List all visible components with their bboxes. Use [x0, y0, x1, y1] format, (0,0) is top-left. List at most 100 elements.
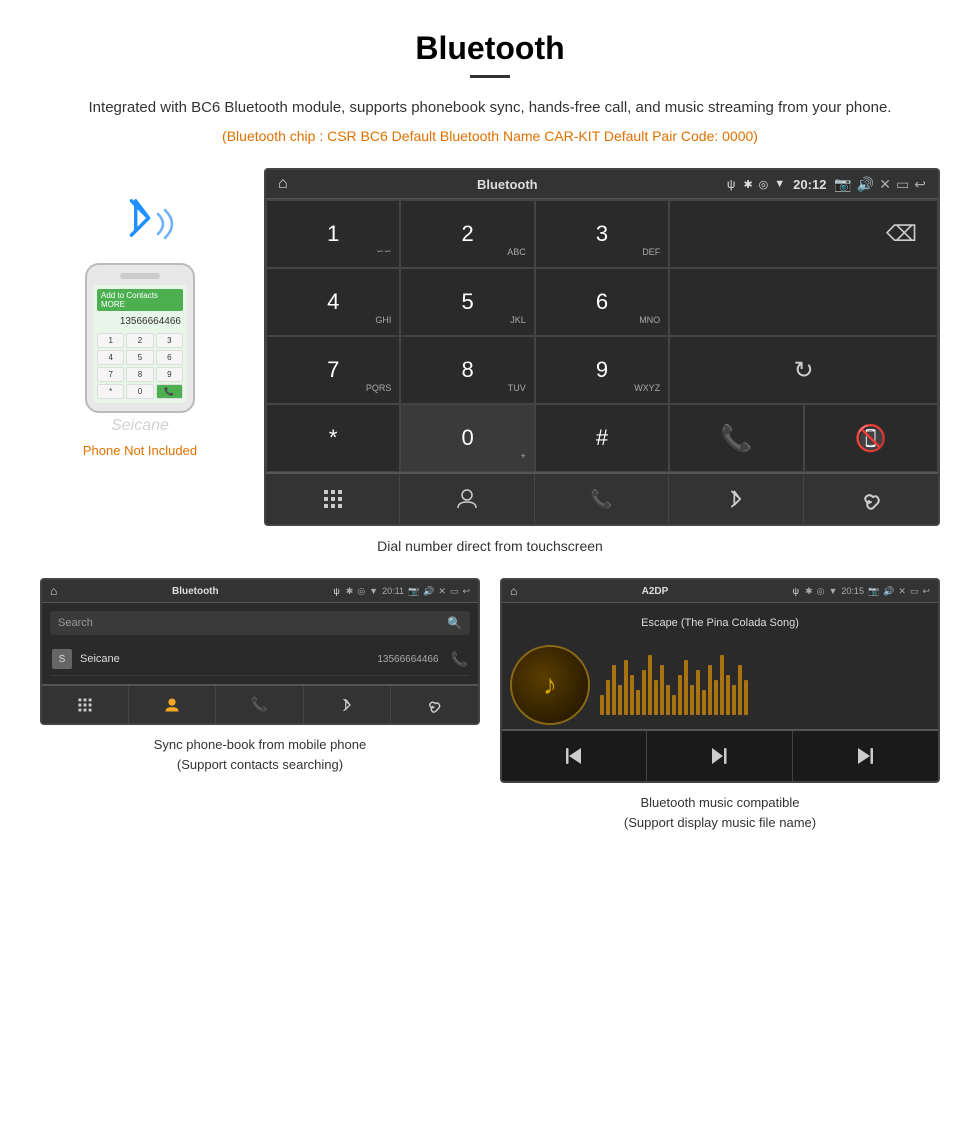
- waveform-bar: [726, 675, 730, 715]
- contact-row[interactable]: S Seicane 13566664466 📞: [50, 643, 470, 676]
- back-icon[interactable]: ↩: [914, 176, 926, 193]
- pb-link-icon: [426, 697, 442, 713]
- car-nav-bar: 📞: [266, 472, 938, 524]
- pb-nav-link[interactable]: [391, 686, 478, 723]
- prev-track-button[interactable]: [502, 731, 647, 781]
- dialpad-icon: [322, 488, 344, 510]
- prev-track-icon: [563, 745, 585, 767]
- waveform-bar: [678, 675, 682, 715]
- nav-link[interactable]: [804, 474, 938, 524]
- window-icon: ▭: [896, 176, 909, 193]
- pb-contacts-icon: [164, 697, 180, 713]
- call-icon: 📞: [720, 423, 752, 454]
- home-icon[interactable]: ⌂: [278, 175, 288, 193]
- pb-statusbar: ⌂ Bluetooth ψ ✱ ◎ ▼ 20:11 📷 🔊 ✕ ▭ ↩: [42, 580, 478, 603]
- phone-key-1[interactable]: 1: [97, 333, 124, 348]
- dial-key-7[interactable]: 7 PQRS: [266, 336, 400, 404]
- phone-key-2[interactable]: 2: [126, 333, 153, 348]
- dial-key-2[interactable]: 2 ABC: [400, 200, 534, 268]
- music-screen-title: A2DP: [523, 586, 786, 597]
- next-track-button[interactable]: [793, 731, 938, 781]
- dial-hangup-button[interactable]: 📵: [804, 404, 938, 472]
- phonebook-screen: ⌂ Bluetooth ψ ✱ ◎ ▼ 20:11 📷 🔊 ✕ ▭ ↩: [40, 578, 480, 725]
- pb-bt-icon: ✱: [346, 586, 354, 597]
- waveform-bar: [702, 690, 706, 715]
- phone-screen-header: Add to Contacts MORE: [97, 289, 183, 311]
- pb-nav-call[interactable]: 📞: [216, 686, 303, 723]
- hangup-icon: 📵: [855, 423, 887, 454]
- nav-contacts[interactable]: [400, 474, 534, 524]
- waveform-bar: [618, 685, 622, 715]
- phone-key-0[interactable]: 0: [126, 384, 153, 399]
- dial-key-hash[interactable]: #: [535, 404, 669, 472]
- waveform-bar: [630, 675, 634, 715]
- dial-key-9[interactable]: 9 WXYZ: [535, 336, 669, 404]
- pb-home-icon[interactable]: ⌂: [50, 584, 57, 598]
- waveform-bar: [744, 680, 748, 715]
- call-nav-icon: 📞: [590, 489, 612, 510]
- dial-key-1[interactable]: 1 ∽∽: [266, 200, 400, 268]
- music-x-icon[interactable]: ✕: [898, 586, 906, 597]
- music-vol-icon: 🔊: [883, 586, 894, 597]
- dial-refresh[interactable]: ↻: [669, 336, 938, 404]
- bottom-panels: ⌂ Bluetooth ψ ✱ ◎ ▼ 20:11 📷 🔊 ✕ ▭ ↩: [40, 578, 940, 832]
- phone-screen: Add to Contacts MORE 13566664466 1 2 3 4…: [93, 285, 187, 403]
- phone-key-8[interactable]: 8: [126, 367, 153, 382]
- waveform-bar: [660, 665, 664, 715]
- phone-key-5[interactable]: 5: [126, 350, 153, 365]
- phone-key-9[interactable]: 9: [156, 367, 183, 382]
- pb-win-icon: ▭: [450, 586, 459, 597]
- dial-key-8[interactable]: 8 TUV: [400, 336, 534, 404]
- link-icon: [860, 488, 882, 510]
- pb-back-icon[interactable]: ↩: [462, 586, 470, 597]
- dial-caption: Dial number direct from touchscreen: [40, 538, 940, 554]
- dial-key-3[interactable]: 3 DEF: [535, 200, 669, 268]
- phone-key-7[interactable]: 7: [97, 367, 124, 382]
- phone-key-6[interactable]: 6: [156, 350, 183, 365]
- waveform-bar: [672, 695, 676, 715]
- play-pause-button[interactable]: [647, 731, 792, 781]
- pb-nav-bt[interactable]: [304, 686, 391, 723]
- phonebook-panel: ⌂ Bluetooth ψ ✱ ◎ ▼ 20:11 📷 🔊 ✕ ▭ ↩: [40, 578, 480, 832]
- page-description: Integrated with BC6 Bluetooth module, su…: [40, 96, 940, 120]
- waveform-bar: [636, 690, 640, 715]
- pb-nav-contacts-active[interactable]: [129, 686, 216, 723]
- dial-key-6[interactable]: 6 MNO: [535, 268, 669, 336]
- pb-nav-dialpad[interactable]: [42, 686, 129, 723]
- close-icon[interactable]: ✕: [879, 176, 891, 193]
- waveform-bar: [732, 685, 736, 715]
- phone-not-included-label: Phone Not Included: [83, 443, 197, 458]
- music-usb-icon: ψ: [793, 586, 799, 596]
- pb-loc-icon: ◎: [357, 586, 365, 597]
- dial-backspace[interactable]: ⌫: [669, 200, 938, 268]
- music-statusbar: ⌂ A2DP ψ ✱ ◎ ▼ 20:15 📷 🔊 ✕ ▭ ↩: [502, 580, 938, 603]
- music-home-icon[interactable]: ⌂: [510, 584, 517, 598]
- pb-call-icon: 📞: [251, 696, 268, 713]
- phone-key-4[interactable]: 4: [97, 350, 124, 365]
- music-controls: [502, 729, 938, 781]
- phone-key-3[interactable]: 3: [156, 333, 183, 348]
- dial-key-5[interactable]: 5 JKL: [400, 268, 534, 336]
- music-note-icon: ♪: [543, 669, 557, 701]
- song-title: Escape (The Pina Colada Song): [641, 617, 799, 629]
- dial-key-star[interactable]: *: [266, 404, 400, 472]
- seicane-watermark: Seicane: [111, 417, 169, 435]
- dial-key-0[interactable]: 0 +: [400, 404, 534, 472]
- nav-call[interactable]: 📞: [535, 474, 669, 524]
- panel1-caption: Sync phone-book from mobile phone(Suppor…: [154, 735, 366, 774]
- search-bar[interactable]: Search 🔍: [50, 611, 470, 635]
- pb-x-icon[interactable]: ✕: [438, 586, 446, 597]
- album-art: ♪: [510, 645, 590, 725]
- waveform-bar: [648, 655, 652, 715]
- location-icon: ◎: [759, 178, 769, 191]
- contact-call-icon[interactable]: 📞: [447, 651, 468, 668]
- dial-key-4[interactable]: 4 GHI: [266, 268, 400, 336]
- dial-call-button[interactable]: 📞: [669, 404, 803, 472]
- phone-key-star[interactable]: *: [97, 384, 124, 399]
- nav-dialpad[interactable]: [266, 474, 400, 524]
- waveform-bar: [624, 660, 628, 715]
- phone-aside: Add to Contacts MORE 13566664466 1 2 3 4…: [40, 168, 240, 458]
- phone-key-call[interactable]: 📞: [156, 384, 183, 399]
- music-back-icon[interactable]: ↩: [922, 586, 930, 597]
- nav-bluetooth[interactable]: [669, 474, 803, 524]
